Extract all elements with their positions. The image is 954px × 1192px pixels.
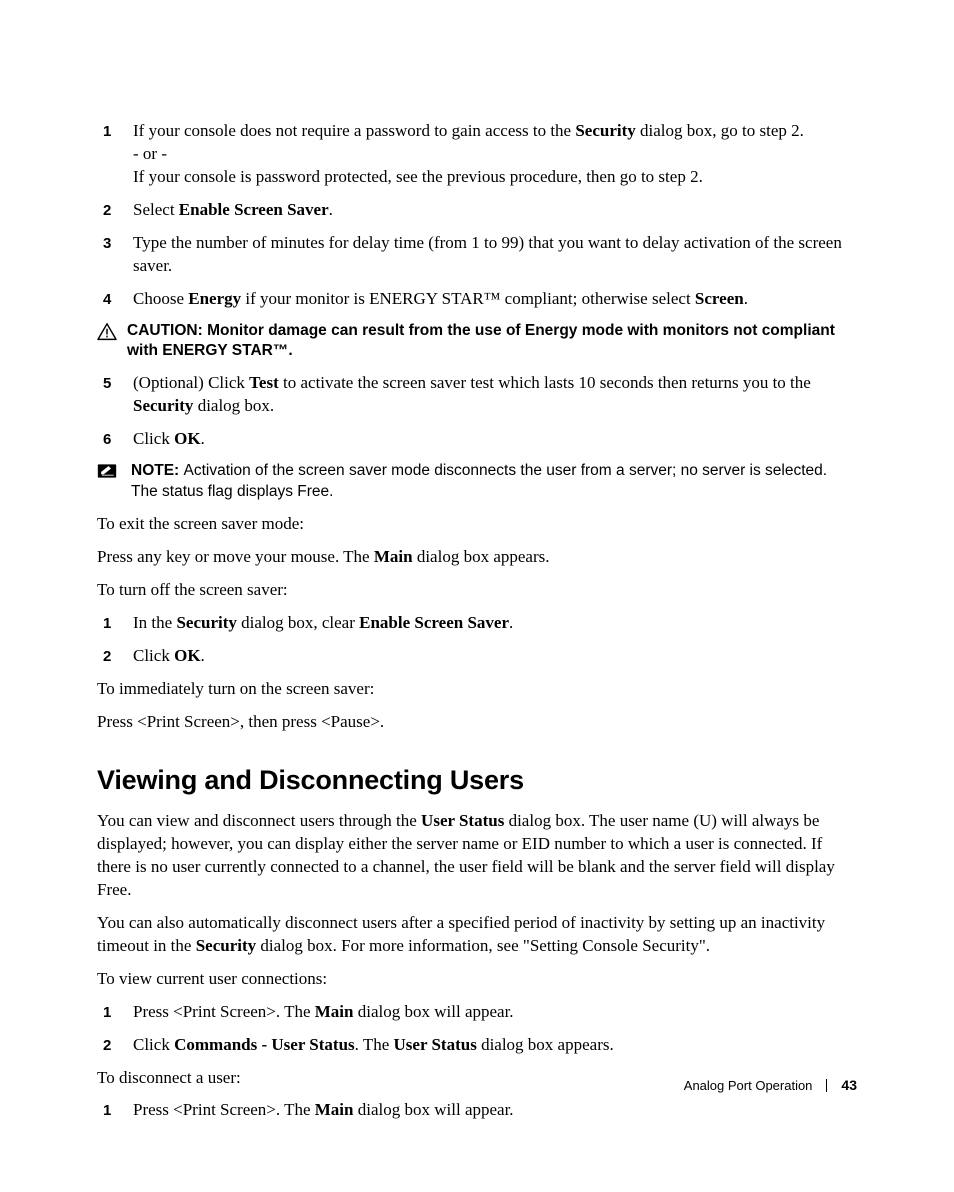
list-item-body: Click Commands - User Status. The User S…	[133, 1035, 614, 1054]
procedure-list-d: 1 Press <Print Screen>. The Main dialog b…	[97, 1001, 857, 1057]
list-item-number: 6	[103, 430, 111, 450]
list-item-body: Type the number of minutes for delay tim…	[133, 233, 842, 275]
list-item-number: 3	[103, 234, 111, 254]
list-item: 1 Press <Print Screen>. The Main dialog b…	[97, 1099, 857, 1122]
list-item: 5 (Optional) Click Test to activate the s…	[97, 372, 857, 418]
bold-text: Energy	[188, 289, 241, 308]
list-item-number: 1	[103, 1003, 111, 1023]
note-text: NOTE: Activation of the screen saver mod…	[127, 461, 857, 503]
paragraph: Press <Print Screen>, then press <Pause>…	[97, 711, 857, 734]
list-item: 1 In the Security dialog box, clear Enabl…	[97, 612, 857, 635]
list-item-number: 2	[103, 1036, 111, 1056]
footer-divider	[826, 1079, 827, 1092]
paragraph: To turn off the screen saver:	[97, 579, 857, 602]
note-body: Activation of the screen saver mode disc…	[131, 462, 827, 500]
paragraph: To exit the screen saver mode:	[97, 513, 857, 536]
list-item-body: If your console does not require a passw…	[133, 121, 804, 186]
bold-text: Security	[176, 613, 236, 632]
list-item-number: 5	[103, 374, 111, 394]
paragraph: To immediately turn on the screen saver:	[97, 678, 857, 701]
paragraph: To view current user connections:	[97, 968, 857, 991]
list-item: 1 If your console does not require a pass…	[97, 120, 857, 189]
bold-text: Commands - User Status	[174, 1035, 355, 1054]
bold-text: Main	[315, 1002, 354, 1021]
list-item-number: 1	[103, 122, 111, 142]
list-item: 2 Select Enable Screen Saver.	[97, 199, 857, 222]
procedure-list-a: 1 If your console does not require a pass…	[97, 120, 857, 311]
footer-page-number: 43	[841, 1077, 857, 1093]
list-item-body: Press <Print Screen>. The Main dialog bo…	[133, 1002, 514, 1021]
bold-text: Enable Screen Saver	[179, 200, 329, 219]
list-item: 4 Choose Energy if your monitor is ENERGY…	[97, 288, 857, 311]
bold-text: Test	[249, 373, 279, 392]
bold-text: OK	[174, 646, 200, 665]
caution-icon	[97, 323, 117, 348]
page-footer: Analog Port Operation 43	[684, 1077, 857, 1093]
note-callout: NOTE: Activation of the screen saver mod…	[97, 461, 857, 503]
bold-text: User Status	[394, 1035, 477, 1054]
list-item-number: 2	[103, 647, 111, 667]
bold-text: Screen	[695, 289, 744, 308]
bold-text: Security	[133, 396, 193, 415]
caution-callout: CAUTION: Monitor damage can result from …	[97, 321, 857, 363]
list-item-number: 4	[103, 290, 111, 310]
list-item-number: 2	[103, 201, 111, 221]
note-label: NOTE:	[131, 462, 184, 479]
footer-section-title: Analog Port Operation	[684, 1078, 813, 1093]
list-item-number: 1	[103, 614, 111, 634]
list-item: 2 Click Commands - User Status. The User …	[97, 1034, 857, 1057]
bold-text: User Status	[421, 811, 504, 830]
caution-text: CAUTION: Monitor damage can result from …	[127, 321, 857, 363]
list-item: 1 Press <Print Screen>. The Main dialog b…	[97, 1001, 857, 1024]
list-item-body: (Optional) Click Test to activate the sc…	[133, 373, 811, 415]
caution-body: Monitor damage can result from the use o…	[127, 322, 835, 360]
page-content: 1 If your console does not require a pass…	[0, 0, 954, 1192]
list-item-body: Click OK.	[133, 646, 205, 665]
procedure-list-b: 5 (Optional) Click Test to activate the s…	[97, 372, 857, 451]
list-item: 3 Type the number of minutes for delay ti…	[97, 232, 857, 278]
paragraph: You can view and disconnect users throug…	[97, 810, 857, 902]
procedure-list-e: 1 Press <Print Screen>. The Main dialog b…	[97, 1099, 857, 1122]
bold-text: Security	[196, 936, 256, 955]
caution-label: CAUTION:	[127, 322, 207, 339]
list-item: 6 Click OK.	[97, 428, 857, 451]
paragraph: Press any key or move your mouse. The Ma…	[97, 546, 857, 569]
list-item-body: Choose Energy if your monitor is ENERGY …	[133, 289, 748, 308]
bold-text: Main	[315, 1100, 354, 1119]
list-item-body: Select Enable Screen Saver.	[133, 200, 333, 219]
bold-text: Security	[575, 121, 635, 140]
list-item-body: Press <Print Screen>. The Main dialog bo…	[133, 1100, 514, 1119]
list-item-body: Click OK.	[133, 429, 205, 448]
bold-text: Main	[374, 547, 413, 566]
list-item: 2 Click OK.	[97, 645, 857, 668]
procedure-list-c: 1 In the Security dialog box, clear Enabl…	[97, 612, 857, 668]
note-icon	[97, 463, 117, 486]
section-heading: Viewing and Disconnecting Users	[97, 762, 857, 798]
bold-text: OK	[174, 429, 200, 448]
bold-text: Enable Screen Saver	[359, 613, 509, 632]
paragraph: You can also automatically disconnect us…	[97, 912, 857, 958]
list-item-body: In the Security dialog box, clear Enable…	[133, 613, 513, 632]
list-item-number: 1	[103, 1101, 111, 1121]
